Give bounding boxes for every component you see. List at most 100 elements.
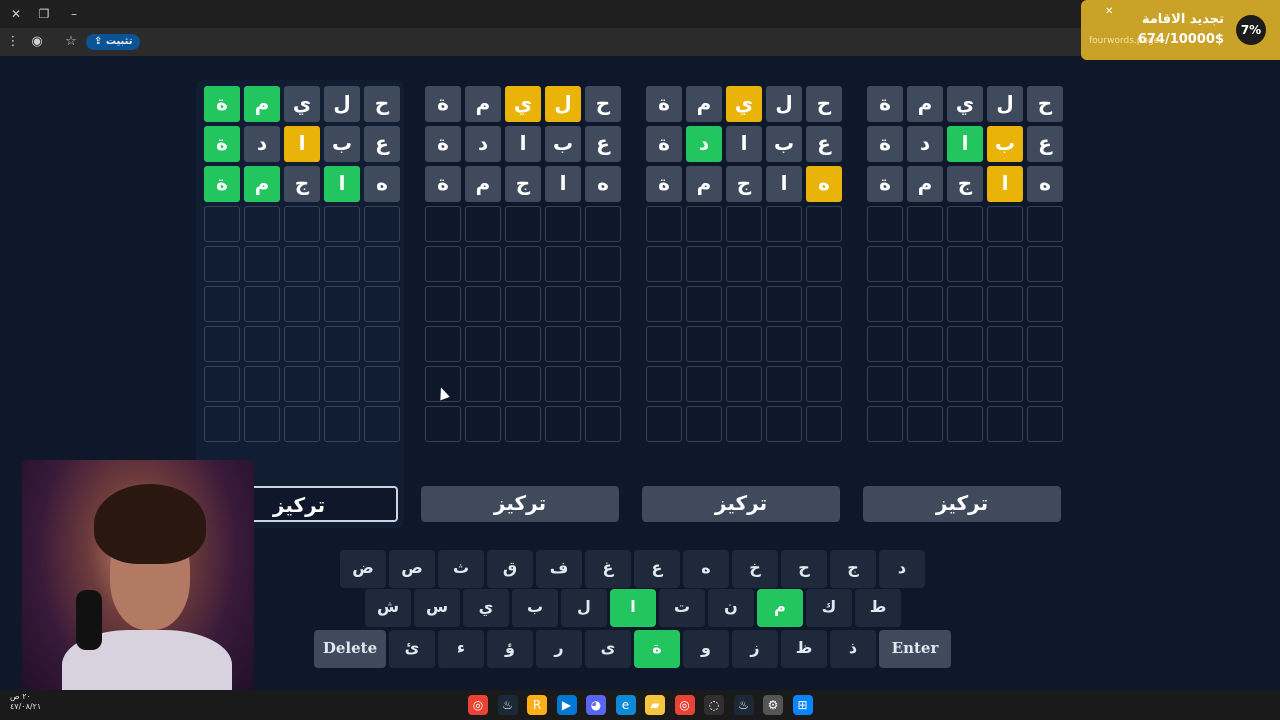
letter-tile: م <box>907 86 943 122</box>
keyboard-key[interactable]: ن <box>708 589 754 627</box>
letter-tile: م <box>907 166 943 202</box>
letter-tile: د <box>465 126 501 162</box>
empty-tile <box>1027 206 1063 242</box>
keyboard-key[interactable]: خ <box>732 550 778 588</box>
keyboard-key[interactable]: ط <box>855 589 901 627</box>
keyboard-key[interactable]: ة <box>634 630 680 668</box>
empty-tile <box>686 206 722 242</box>
keyboard-key[interactable]: د <box>879 550 925 588</box>
edge-icon[interactable]: e <box>615 695 636 715</box>
empty-tile <box>244 286 280 322</box>
empty-tile <box>766 366 802 402</box>
keyboard-key[interactable]: ض <box>340 550 386 588</box>
keyboard-key[interactable]: ه <box>683 550 729 588</box>
enter-key[interactable]: Enter <box>879 630 951 668</box>
discord-icon[interactable]: ◕ <box>586 695 606 715</box>
focus-button[interactable]: تركيز <box>421 486 619 522</box>
focus-button[interactable]: تركيز <box>642 486 840 522</box>
keyboard-key[interactable]: ص <box>389 550 435 588</box>
keyboard-key[interactable]: ئ <box>389 630 435 668</box>
steam-icon[interactable]: ♨ <box>497 695 518 715</box>
empty-tile <box>364 206 400 242</box>
delete-key[interactable]: Delete <box>314 630 386 668</box>
empty-tile <box>505 286 541 322</box>
keyboard-key[interactable]: ث <box>438 550 484 588</box>
letter-tile: ح <box>1027 86 1063 122</box>
letter-tile: ع <box>1027 126 1063 162</box>
keyboard-key[interactable]: ب <box>512 589 558 627</box>
letter-tile: ا <box>545 166 581 202</box>
letter-tile: ع <box>585 126 621 162</box>
board-grid: حليمةعبادةهاجمة <box>204 86 400 442</box>
empty-tile <box>947 206 983 242</box>
keyboard-key[interactable]: ف <box>536 550 582 588</box>
profile-icon[interactable]: ◉ <box>28 33 46 51</box>
letter-tile: ح <box>585 86 621 122</box>
keyboard-key[interactable]: ا <box>610 589 656 627</box>
letter-tile: م <box>686 166 722 202</box>
letter-tile: ل <box>324 86 360 122</box>
empty-tile <box>545 286 581 322</box>
empty-tile <box>465 286 501 322</box>
letter-tile: ة <box>867 166 903 202</box>
microphone-icon <box>76 590 102 650</box>
letter-tile: ل <box>987 86 1023 122</box>
empty-tile <box>284 406 320 442</box>
minimize-window-icon[interactable]: – <box>64 4 84 24</box>
keyboard-key[interactable]: ج <box>830 550 876 588</box>
empty-tile <box>324 406 360 442</box>
keyboard-key[interactable]: ز <box>732 630 778 668</box>
steam-icon[interactable]: ♨ <box>733 695 754 715</box>
keyboard-key[interactable]: م <box>757 589 803 627</box>
keyboard-key[interactable]: ك <box>806 589 852 627</box>
empty-tile <box>867 406 903 442</box>
empty-tile <box>806 206 842 242</box>
obs-icon[interactable]: ◌ <box>704 695 724 715</box>
rockstar-icon[interactable]: R <box>527 695 547 715</box>
restore-window-icon[interactable]: ❐ <box>34 4 54 24</box>
keyboard-key[interactable]: ح <box>781 550 827 588</box>
empty-tile <box>364 286 400 322</box>
taskbar: ◎ ♨ R ▶ ◕ e ▰ ◎ ◌ ♨ ⚙ ⊞ <box>0 690 1280 720</box>
menu-icon[interactable]: ⋮ <box>4 33 22 51</box>
empty-tile <box>284 246 320 282</box>
keyboard-key[interactable]: س <box>414 589 460 627</box>
settings-icon[interactable]: ⚙ <box>763 695 783 715</box>
install-button[interactable]: ⇪ تثبيت <box>86 34 141 50</box>
keyboard-key[interactable]: ع <box>634 550 680 588</box>
empty-tile <box>364 406 400 442</box>
remote-icon[interactable]: ▶ <box>556 695 577 715</box>
keyboard-key[interactable]: غ <box>585 550 631 588</box>
empty-tile <box>686 366 722 402</box>
board-grid: حليمةعبادةهاجمة <box>646 86 842 442</box>
chrome-icon[interactable]: ◎ <box>468 695 488 715</box>
close-window-icon[interactable]: ✕ <box>6 4 26 24</box>
install-label: تثبيت <box>105 36 133 47</box>
keyboard-key[interactable]: ذ <box>830 630 876 668</box>
keyboard-key[interactable]: ش <box>365 589 411 627</box>
keyboard-key[interactable]: ق <box>487 550 533 588</box>
keyboard-key[interactable]: ؤ <box>487 630 533 668</box>
keyboard-key[interactable]: ي <box>463 589 509 627</box>
empty-tile <box>364 366 400 402</box>
empty-tile <box>646 326 682 362</box>
focus-button[interactable]: تركيز <box>863 486 1061 522</box>
empty-tile <box>425 246 461 282</box>
keyboard-key[interactable]: ظ <box>781 630 827 668</box>
empty-tile <box>726 286 762 322</box>
bookmark-star-icon[interactable]: ☆ <box>62 33 80 51</box>
chrome-icon[interactable]: ◎ <box>674 695 695 715</box>
keyboard-key[interactable]: ء <box>438 630 484 668</box>
empty-tile <box>987 286 1023 322</box>
empty-tile <box>806 286 842 322</box>
empty-tile <box>545 246 581 282</box>
keyboard-key[interactable]: ت <box>659 589 705 627</box>
keyboard-key[interactable]: ى <box>585 630 631 668</box>
letter-tile: ا <box>284 126 320 162</box>
keyboard-key[interactable]: ل <box>561 589 607 627</box>
keyboard-key[interactable]: و <box>683 630 729 668</box>
close-icon[interactable]: ✕ <box>1105 6 1113 17</box>
folder-icon[interactable]: ▰ <box>645 695 665 715</box>
keyboard-key[interactable]: ر <box>536 630 582 668</box>
windows-icon[interactable]: ⊞ <box>792 695 813 715</box>
